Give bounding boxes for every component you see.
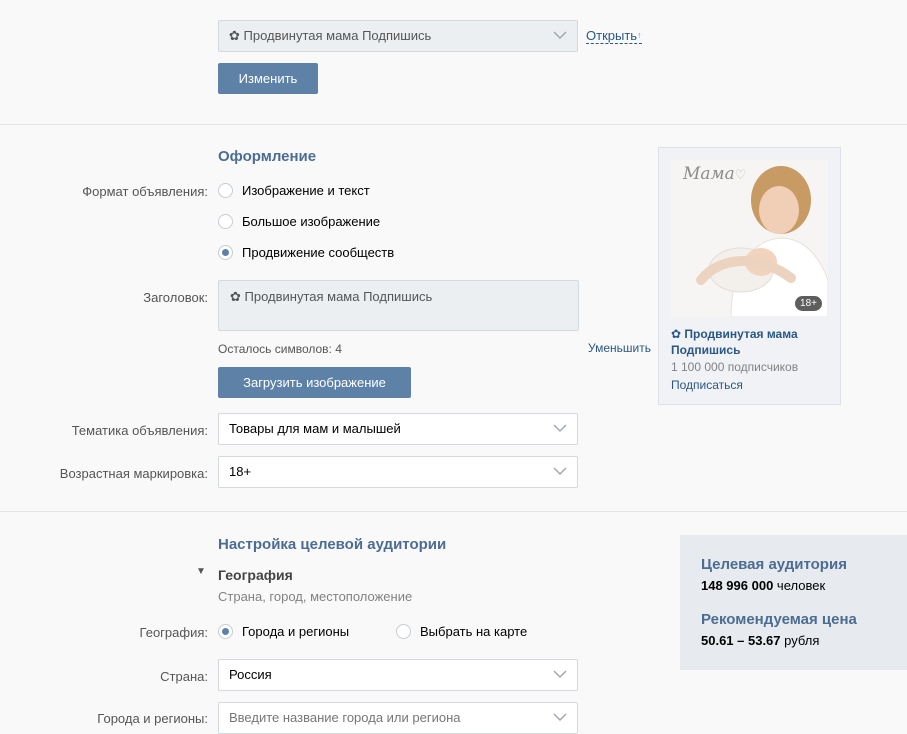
divider — [0, 124, 907, 125]
geo-option-map[interactable]: Выбрать на карте — [396, 624, 527, 639]
topic-label: Тематика объявления: — [71, 423, 208, 438]
aud-count: 148 996 000 — [701, 578, 774, 593]
radio-icon — [218, 214, 233, 229]
format-label: Формат объявления: — [82, 184, 208, 199]
chevron-down-icon — [553, 31, 567, 40]
heading-label: Заголовок: — [143, 290, 208, 305]
cities-label: Города и регионы: — [97, 711, 208, 726]
chevron-down-icon — [553, 467, 567, 476]
format-option-label: Большое изображение — [242, 214, 381, 229]
ad-preview-card: Мама♡ 18+ ✿ Продвинутая мама Подпишись 1… — [658, 147, 841, 405]
geo-label: География: — [139, 625, 208, 640]
heading-textarea[interactable]: ✿ Продвинутая мама Подпишись — [218, 280, 579, 331]
design-title: Оформление — [218, 148, 317, 165]
aud-count-line: 148 996 000 человек — [701, 578, 825, 593]
geo-option-cities[interactable]: Города и регионы — [218, 624, 349, 639]
age-select-value: 18+ — [229, 464, 252, 479]
format-option-big-image[interactable]: Большое изображение — [218, 214, 380, 229]
geo-option-label: Города и регионы — [242, 624, 350, 639]
logo-text: Мама♡ — [683, 164, 746, 184]
country-select-value: Россия — [229, 667, 272, 682]
open-link-label: Открыть — [586, 28, 638, 43]
preview-subscribers: 1 100 000 подписчиков — [671, 360, 799, 374]
open-link[interactable]: Открыть↑ — [586, 28, 642, 44]
chevron-down-icon — [553, 670, 567, 679]
aud-title: Целевая аудитория — [701, 556, 847, 573]
audience-title: Настройка целевой аудитории — [218, 536, 447, 553]
upload-image-button[interactable]: Загрузить изображение — [218, 367, 411, 398]
preview-subscribe-link[interactable]: Подписаться — [671, 378, 743, 392]
arrow-up-icon: ↑ — [637, 30, 642, 40]
cities-select[interactable]: Введите название города или региона — [218, 702, 578, 734]
geo-header[interactable]: География — [218, 567, 293, 583]
radio-selected-icon — [218, 245, 233, 260]
format-option-image-text[interactable]: Изображение и текст — [218, 183, 370, 198]
radio-selected-icon — [218, 624, 233, 639]
age-select[interactable]: 18+ — [218, 456, 578, 488]
preview-title[interactable]: ✿ Продвинутая мама Подпишись — [671, 326, 831, 358]
age-badge: 18+ — [795, 296, 822, 311]
age-label: Возрастная маркировка: — [59, 466, 208, 481]
target-audience-panel: Целевая аудитория 148 996 000 человек Ре… — [680, 535, 907, 670]
shrink-link[interactable]: Уменьшить — [588, 341, 651, 355]
geo-desc: Страна, город, местоположение — [218, 589, 413, 604]
country-select[interactable]: Россия — [218, 659, 578, 691]
topic-select[interactable]: Товары для мам и малышей — [218, 413, 578, 445]
community-select[interactable]: ✿ Продвинутая мама Подпишись — [218, 20, 578, 52]
format-option-label: Продвижение сообществ — [242, 245, 395, 260]
radio-icon — [396, 624, 411, 639]
chevron-down-icon — [553, 424, 567, 433]
divider — [0, 511, 907, 512]
geo-option-label: Выбрать на карте — [420, 624, 528, 639]
format-option-community[interactable]: Продвижение сообществ — [218, 245, 394, 260]
chars-left: Осталось символов: 4 — [218, 342, 342, 356]
cities-placeholder: Введите название города или региона — [229, 710, 461, 725]
price-range: 50.61 – 53.67 — [701, 633, 781, 648]
price-unit: рубля — [784, 633, 820, 648]
community-select-value: ✿ Продвинутая мама Подпишись — [229, 28, 432, 43]
radio-icon — [218, 183, 233, 198]
change-button[interactable]: Изменить — [218, 63, 318, 94]
triangle-down-icon[interactable]: ▼ — [196, 566, 206, 577]
price-line: 50.61 – 53.67 рубля — [701, 633, 819, 648]
format-option-label: Изображение и текст — [242, 183, 370, 198]
chevron-down-icon — [553, 713, 567, 722]
aud-unit: человек — [776, 578, 826, 593]
country-label: Страна: — [160, 669, 208, 684]
ad-preview-image[interactable]: Мама♡ 18+ — [671, 160, 828, 317]
heart-icon: ♡ — [734, 168, 747, 183]
price-title: Рекомендуемая цена — [701, 611, 857, 628]
topic-select-value: Товары для мам и малышей — [229, 421, 401, 436]
logo-text-label: Мама — [683, 164, 735, 184]
